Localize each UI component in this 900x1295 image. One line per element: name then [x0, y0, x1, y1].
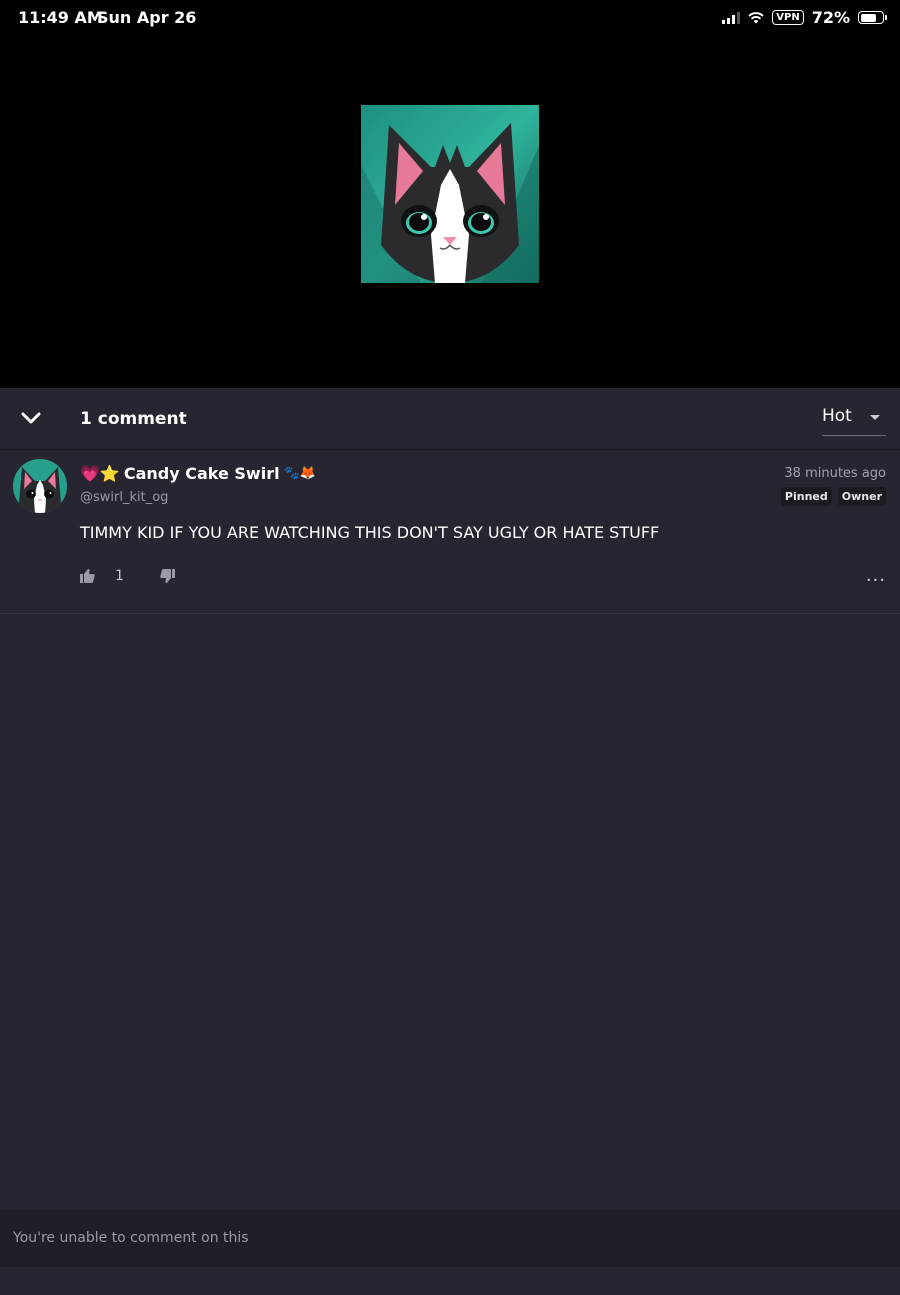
pinned-badge: Pinned [780, 487, 832, 506]
author-line[interactable]: 💗⭐ Candy Cake Swirl 🐾🦊 [80, 464, 316, 483]
status-date: Sun Apr 26 [97, 8, 197, 27]
vpn-indicator: VPN [772, 10, 804, 25]
battery-icon [858, 11, 887, 24]
author-name: Candy Cake Swirl [123, 464, 280, 483]
sort-label: Hot [822, 406, 852, 426]
like-count: 1 [115, 568, 124, 584]
cat-avatar-image [361, 105, 539, 283]
comment-disabled-notice: You're unable to comment on this [13, 1230, 249, 1246]
wifi-icon [748, 11, 764, 23]
caret-down-icon [870, 415, 880, 420]
comment-badges: Pinned Owner [780, 487, 886, 506]
media-area [0, 36, 900, 388]
thumbs-down-icon[interactable] [160, 569, 175, 583]
status-indicators: VPN 72% [722, 8, 887, 27]
author-suffix-emoji: 🐾🦊 [283, 466, 316, 481]
cellular-signal-icon [722, 11, 741, 24]
comment-composer: You're unable to comment on this [0, 1210, 900, 1267]
chevron-down-icon[interactable] [20, 409, 42, 427]
status-bar: 11:49 AM Sun Apr 26 VPN 72% [0, 0, 900, 36]
comment-timestamp: 38 minutes ago [784, 466, 886, 481]
avatar[interactable] [13, 459, 67, 513]
comments-panel: 1 comment Hot 💗⭐ Candy Cake Swirl 🐾🦊 @sw… [0, 388, 900, 1295]
comment-body: TIMMY KID IF YOU ARE WATCHING THIS DON'T… [80, 523, 660, 542]
comment-item: 💗⭐ Candy Cake Swirl 🐾🦊 @swirl_kit_og 38 … [0, 452, 900, 614]
more-options-icon[interactable]: ... [866, 567, 886, 585]
thumbs-up-icon[interactable] [80, 569, 95, 583]
comment-actions: 1 [80, 568, 175, 584]
owner-badge: Owner [837, 487, 886, 506]
battery-percent: 72% [811, 8, 850, 27]
author-prefix-emoji: 💗⭐ [80, 464, 120, 483]
comments-header: 1 comment Hot [0, 388, 900, 450]
author-handle[interactable]: @swirl_kit_og [80, 490, 168, 505]
sort-select[interactable]: Hot [822, 406, 886, 436]
status-time: 11:49 AM [18, 8, 103, 27]
comment-count: 1 comment [80, 409, 187, 429]
